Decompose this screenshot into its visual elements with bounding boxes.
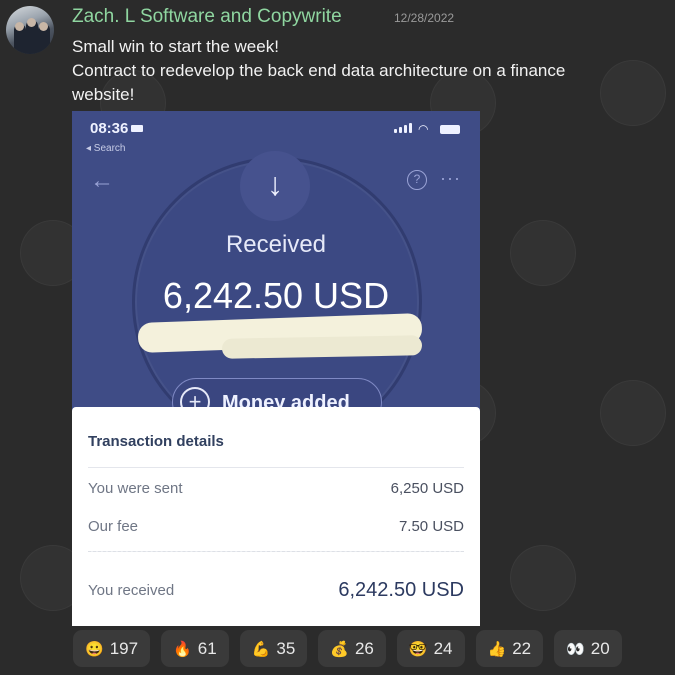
attached-screenshot[interactable]: 08:36 ◂ Search ◠ ← ? ··· ↓ Received 6,24… [72,111,480,626]
back-to-search-link: ◂ Search [86,143,126,154]
reaction-chip[interactable]: 👍 22 [475,630,544,667]
message-line: Contract to redevelop the back end data … [72,61,566,80]
reaction-count: 20 [590,638,610,658]
reaction-count: 35 [276,638,296,658]
thumbs-up-emoji-icon: 👍 [487,640,507,658]
reaction-count: 24 [433,638,453,658]
received-amount: 6,242.50 USD [162,275,390,316]
down-arrow-icon: ↓ [240,151,310,221]
help-icon: ? [407,170,427,190]
redaction-scribble [221,335,423,359]
message-line: website! [72,85,135,104]
divider [88,467,464,468]
received-label: Received [225,231,327,258]
reaction-chip[interactable]: 😀 197 [73,630,151,667]
signal-icon [394,123,412,133]
divider [88,551,464,552]
row-value: 6,250 USD [390,480,464,497]
battery-icon [440,125,460,134]
status-time: 08:36 [90,120,144,137]
reaction-count: 197 [109,638,139,658]
reaction-chip[interactable]: 💪 35 [239,630,308,667]
row-label: You were sent [88,480,183,497]
bed-icon [131,125,144,132]
reaction-chip[interactable]: 💰 26 [318,630,386,667]
sender-avatar[interactable] [6,6,54,54]
reaction-chip[interactable]: 👀 20 [554,630,622,667]
eyes-emoji-icon: 👀 [566,640,585,658]
reaction-chip[interactable]: 🤓 24 [396,630,465,667]
money-bag-emoji-icon: 💰 [330,640,349,658]
fire-emoji-icon: 🔥 [173,640,192,658]
wifi-icon: ◠ [418,122,429,136]
row-label: Our fee [88,518,139,535]
nerd-face-emoji-icon: 🤓 [408,640,428,658]
reaction-count: 22 [512,638,532,658]
more-options-icon: ··· [440,168,461,188]
transaction-details-card: Transaction details You were sent 6,250 … [72,407,480,626]
back-arrow-icon: ← [90,167,114,194]
received-total: 6,242.50 USD [338,579,464,601]
reaction-bar: 😀 197 🔥 61 💪 35 💰 26 🤓 24 👍 22 👀 20 [73,630,622,667]
sender-name[interactable]: Zach. L Software and Copywrite [72,6,342,28]
message-date: 12/28/2022 [394,11,455,25]
grin-emoji-icon: 😀 [85,640,104,658]
reaction-count: 26 [354,638,374,658]
row-value: 7.50 USD [398,518,464,535]
row-label: You received [88,582,175,599]
card-title: Transaction details [88,433,224,450]
reaction-count: 61 [197,638,217,658]
reaction-chip[interactable]: 🔥 61 [161,630,229,667]
message-text: Small win to start the week! Contract to… [72,35,652,107]
message-line: Small win to start the week! [72,37,279,56]
flexed-bicep-emoji-icon: 💪 [251,640,271,658]
